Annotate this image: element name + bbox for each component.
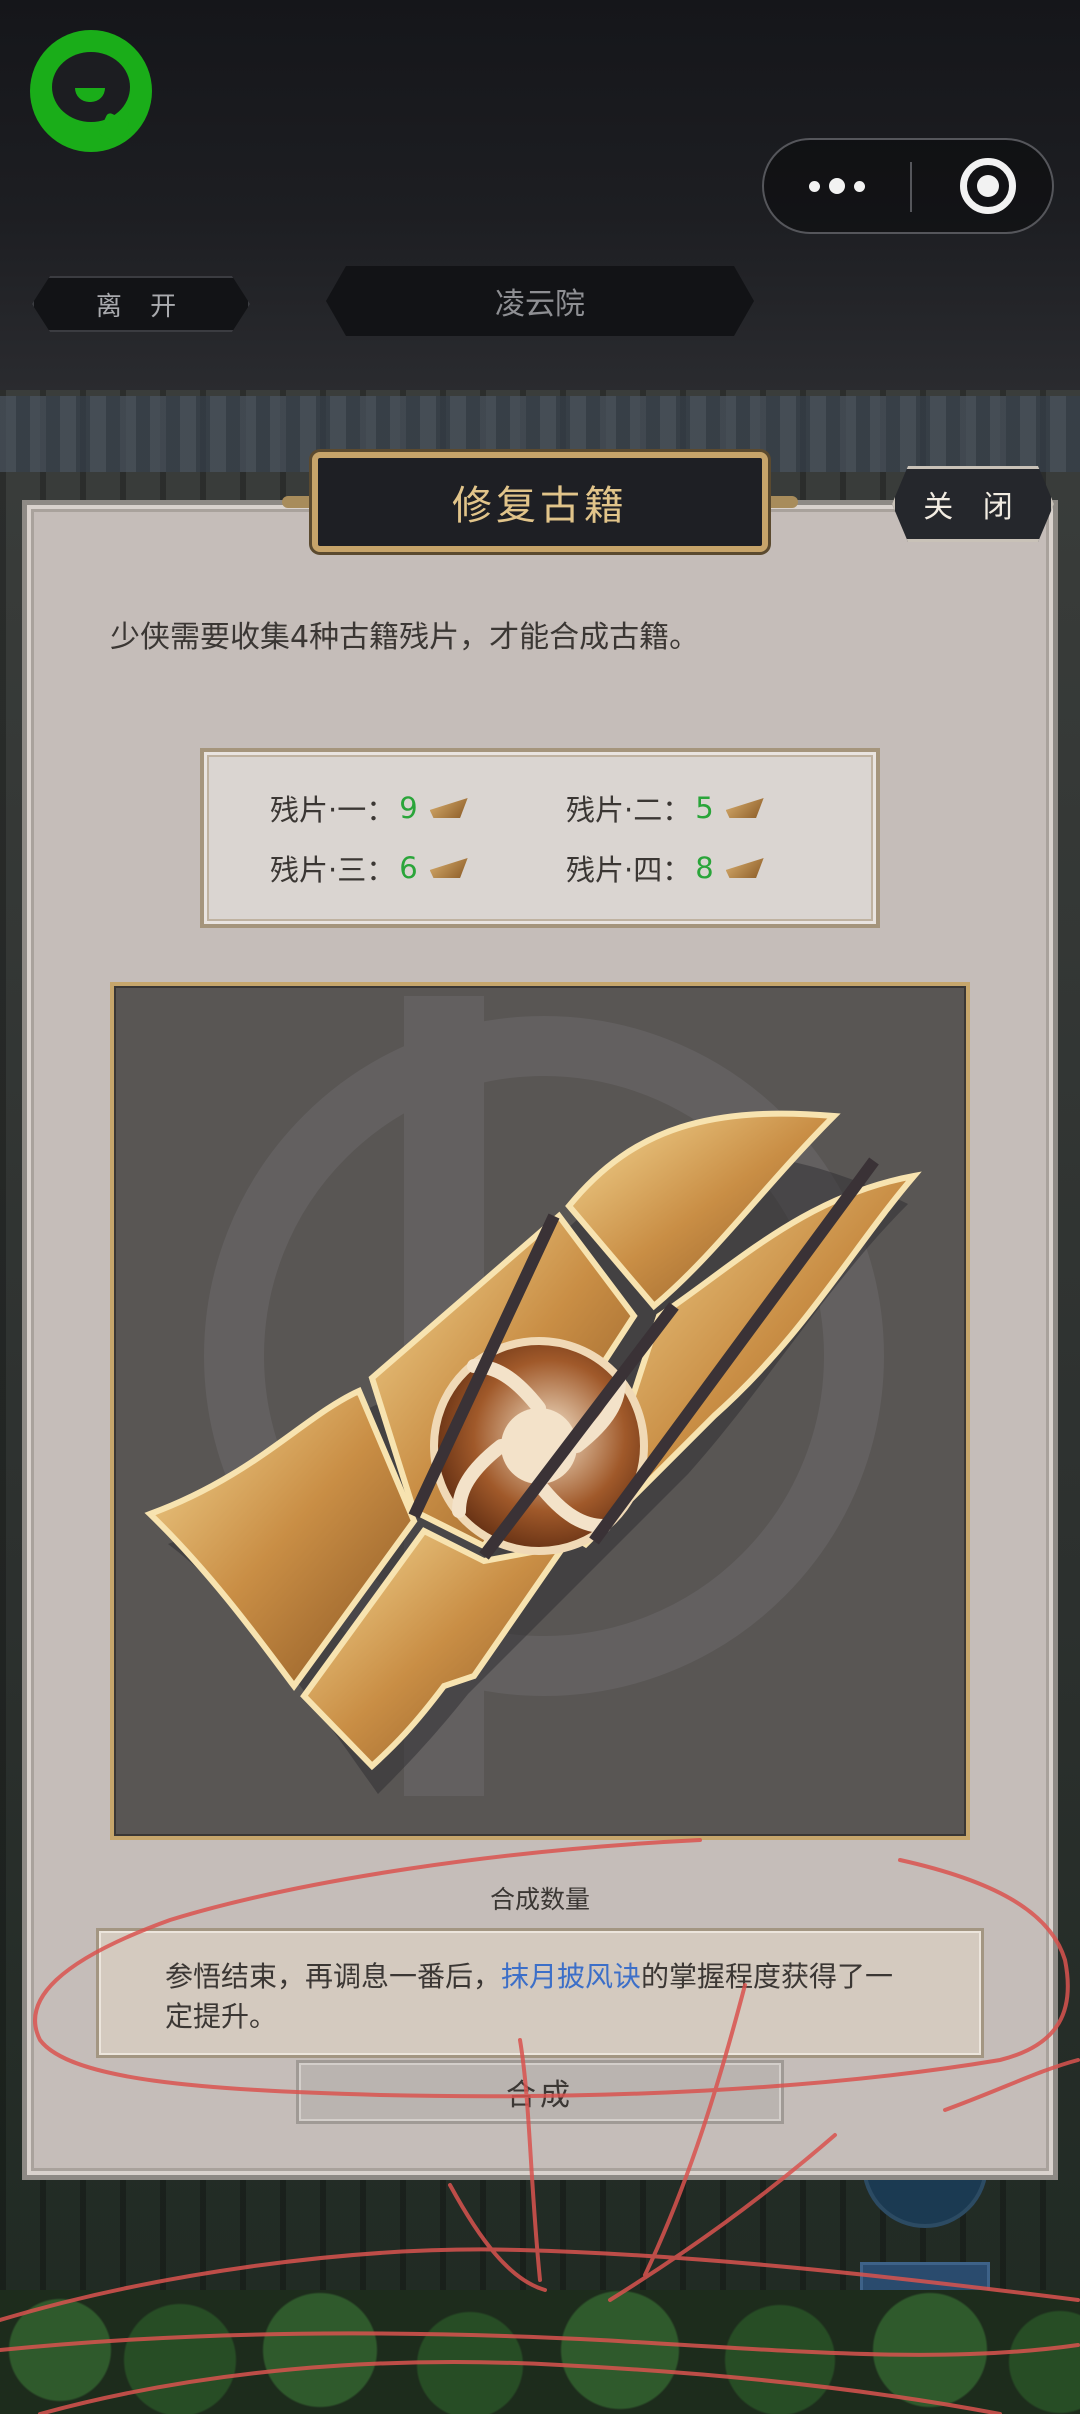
- fragment-3-icon: [429, 858, 468, 878]
- capsule-divider: [910, 162, 912, 212]
- cultivation-toast: 参悟结束，再调息一番后，抹月披风诀的掌握程度获得了一定提升。: [96, 1928, 984, 2058]
- more-options-icon[interactable]: [764, 140, 910, 232]
- toast-skill-name: 抹月披风诀: [501, 1960, 642, 1993]
- fragment-item: 残片·一： 9: [270, 788, 468, 828]
- fragment-1-icon: [429, 798, 468, 818]
- dialog-title: 修复古籍: [312, 452, 768, 552]
- wechat-logo-icon: [30, 30, 152, 152]
- fragment-item: 残片·三： 6: [270, 848, 468, 888]
- background-bushes: [0, 2290, 1080, 2414]
- close-button[interactable]: 关 闭: [892, 466, 1054, 542]
- toast-prefix: 参悟结束，再调息一番后，: [165, 1960, 502, 1993]
- ancient-book-scroll-icon: [144, 1110, 922, 1794]
- fragment-count: 5: [695, 791, 714, 825]
- intro-text: 少侠需要收集4种古籍残片，才能合成古籍。: [110, 620, 700, 655]
- location-title: 凌云院: [326, 266, 754, 336]
- ancient-book-image-panel: [110, 982, 970, 1840]
- fragment-inventory: [200, 748, 880, 928]
- synthesis-quantity-label: 合成数量: [489, 1885, 590, 1914]
- close-miniprogram-icon[interactable]: [960, 158, 1016, 214]
- fragment-count: 9: [399, 791, 418, 825]
- fragment-label: 残片·四：: [566, 853, 692, 887]
- synthesize-button[interactable]: 合成: [296, 2060, 784, 2124]
- fragment-label: 残片·一：: [270, 793, 396, 827]
- fragment-2-icon: [725, 798, 764, 818]
- fragment-item: 残片·四： 8: [566, 848, 764, 888]
- miniprogram-capsule: [762, 138, 1054, 234]
- fragment-count: 8: [695, 851, 714, 885]
- fragment-4-icon: [725, 858, 764, 878]
- fragment-item: 残片·二： 5: [566, 788, 764, 828]
- fragment-label: 残片·二：: [566, 793, 692, 827]
- fragment-count: 6: [399, 851, 418, 885]
- leave-button[interactable]: 离 开: [32, 276, 250, 332]
- fragment-label: 残片·三：: [270, 853, 396, 887]
